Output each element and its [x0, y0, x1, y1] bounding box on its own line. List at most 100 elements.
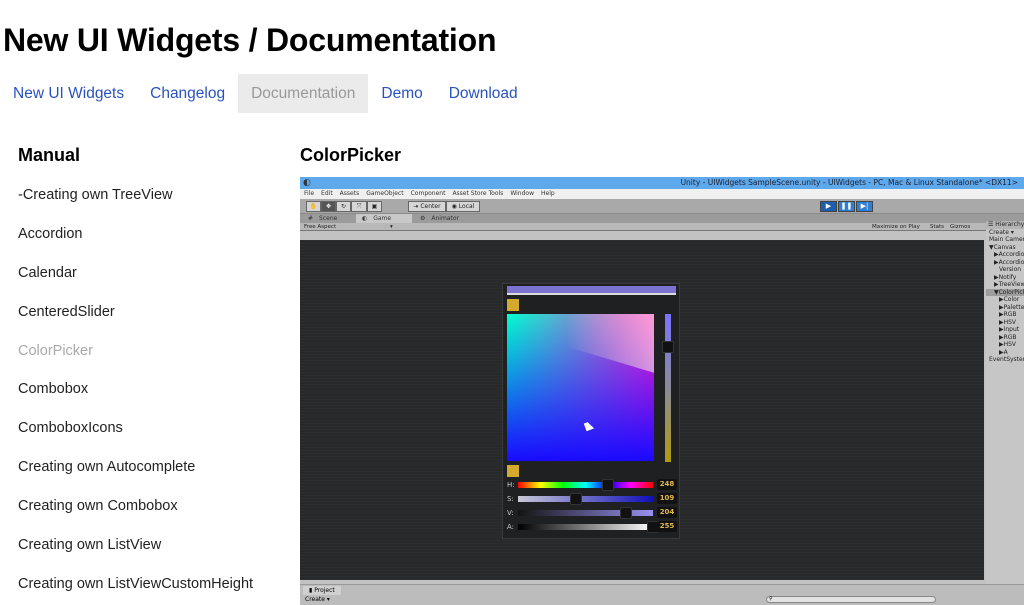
hue-slider-handle: [602, 479, 615, 491]
value-slider-track: [518, 507, 653, 519]
section-title: ColorPicker: [300, 145, 402, 165]
slider-label: V:: [507, 509, 514, 517]
hierarchy-item: ▶Color: [999, 296, 1020, 303]
sidebar-title: Manual: [18, 145, 81, 165]
rotate-tool-icon: ↻: [336, 201, 351, 212]
step-icon: ▶|: [856, 201, 873, 212]
nav-changelog[interactable]: Changelog: [137, 74, 238, 113]
hierarchy-item: ▶RGB: [999, 311, 1017, 318]
unity-screenshot: ◐ Unity - UIWidgets SampleScene.unity - …: [300, 177, 1024, 605]
sidebar-item[interactable]: Combobox: [18, 370, 253, 409]
nav-demo[interactable]: Demo: [368, 74, 435, 113]
menu-window: Window: [510, 190, 534, 197]
sidebar-item[interactable]: ComboboxIcons: [18, 409, 253, 448]
hierarchy-title: ☰ Hierarchy: [986, 221, 1024, 229]
sidebar-item[interactable]: Accordion: [18, 215, 253, 254]
mouse-cursor-icon: [583, 420, 595, 432]
pivot-center-button: ⇥ Center: [408, 201, 446, 212]
color-preview-bar: [507, 286, 676, 295]
sidebar-list: -Creating own TreeView Accordion Calenda…: [18, 176, 253, 604]
alpha-slider-track: [518, 521, 659, 533]
menu-asset-store-tools: Asset Store Tools: [452, 190, 504, 197]
game-view: H: 248 S: 109 V: 204 A: 255: [300, 240, 984, 580]
slider-row-v: V: 204: [507, 507, 679, 519]
menu-gameobject: GameObject: [366, 190, 404, 197]
value-slider-vertical: [665, 314, 671, 462]
slider-row-h: H: 248: [507, 479, 679, 491]
sidebar-item[interactable]: Calendar: [18, 254, 253, 293]
page-title: New UI Widgets / Documentation: [3, 22, 497, 58]
sidebar-item[interactable]: Creating own Combobox: [18, 487, 253, 526]
sidebar-item[interactable]: -Creating own TreeView: [18, 176, 253, 215]
hierarchy-item: ▶Palette: [999, 303, 1024, 311]
rect-tool-icon: ▣: [367, 201, 382, 212]
hierarchy-item: ▶TreeView: [994, 281, 1024, 288]
nav-new-ui-widgets[interactable]: New UI Widgets: [0, 74, 137, 113]
nav-download[interactable]: Download: [436, 74, 531, 113]
stats-button: Stats: [930, 224, 945, 230]
unity-titlebar: ◐ Unity - UIWidgets SampleScene.unity - …: [300, 177, 1024, 189]
slider-value: 248: [657, 479, 677, 490]
scale-tool-icon: ⤧: [351, 201, 367, 212]
hierarchy-item: Main Camera: [989, 236, 1024, 243]
sidebar-item[interactable]: CenteredSlider: [18, 293, 253, 332]
slider-label: S:: [507, 495, 514, 503]
top-nav: New UI Widgets Changelog Documentation D…: [0, 74, 531, 113]
menu-edit: Edit: [321, 190, 333, 197]
unity-menubar: File Edit Assets GameObject Component As…: [300, 189, 1024, 199]
hierarchy-create: Create ▾: [989, 228, 1014, 236]
hierarchy-item: ▶HSV: [999, 318, 1017, 326]
move-tool-icon: ✥: [321, 201, 336, 212]
saturation-value-palette: [507, 314, 654, 461]
hierarchy-item: ▶Input: [999, 326, 1020, 333]
sidebar-item[interactable]: Creating own Autocomplete: [18, 448, 253, 487]
aspect-dropdown: Free Aspect: [304, 224, 337, 230]
hierarchy-item: ▶Accordion: [994, 251, 1024, 258]
sidebar-item[interactable]: Creating own ListViewCustomHeight: [18, 565, 253, 604]
slider-value: 109: [657, 493, 677, 504]
value-slider-handle: [620, 507, 632, 519]
hierarchy-item: ▼Canvas: [989, 243, 1016, 251]
slider-row-a: A: 255: [507, 521, 679, 533]
color-picker-widget: H: 248 S: 109 V: 204 A: 255: [502, 283, 680, 539]
tab-game: ◐ Game: [356, 214, 412, 223]
unity-window-title: Unity - UIWidgets SampleScene.unity - UI…: [680, 178, 1018, 187]
unity-toolbar: ✋ ✥ ↻ ⤧ ▣ ⇥ Center ◉ Local ▶ ❚❚ ▶|: [300, 199, 1024, 214]
hierarchy-list: Main Camera▼Canvas▶Accordion▶AccordionVe…: [986, 236, 1024, 364]
play-icon: ▶: [820, 201, 837, 212]
saturation-slider-handle: [570, 493, 583, 505]
tab-animator: ⚙ Animator: [420, 215, 459, 222]
tab-scene: # Scene: [308, 215, 338, 222]
menu-help: Help: [540, 190, 555, 197]
slider-value: 255: [657, 521, 677, 532]
hue-slider-track: [518, 479, 653, 491]
hierarchy-panel: ☰ Hierarchy Create ▾ Main Camera▼Canvas▶…: [986, 221, 1024, 585]
maximize-on-play-button: Maximize on Play: [872, 224, 920, 230]
value-slider-handle: [662, 341, 674, 353]
slider-label: A:: [507, 523, 515, 531]
menu-component: Component: [410, 190, 446, 197]
hierarchy-item: ▶Accordion: [994, 258, 1024, 266]
nav-documentation[interactable]: Documentation: [238, 74, 369, 113]
aspect-dropdown-arrow-icon: ▾: [390, 224, 393, 230]
slider-label: H:: [507, 481, 515, 489]
hierarchy-item: EventSystem: [989, 356, 1024, 363]
slider-value: 204: [657, 507, 677, 518]
game-view-bar: Free Aspect ▾ Maximize on Play Stats Giz…: [300, 223, 1024, 231]
menu-file: File: [304, 190, 315, 197]
project-search-icon: ⚲: [766, 596, 936, 603]
menu-assets: Assets: [339, 190, 360, 197]
pivot-local-button: ◉ Local: [446, 201, 480, 212]
unity-tabs: # Scene ◐ Game ⚙ Animator: [300, 214, 1024, 223]
color-swatch-bottom: [507, 465, 519, 477]
hand-tool-icon: ✋: [306, 201, 321, 212]
gizmos-button: Gizmos: [950, 224, 971, 230]
hierarchy-item: ▶Notify: [994, 273, 1017, 281]
hierarchy-item: ▼ColorPicker: [986, 288, 1024, 296]
color-swatch-top: [507, 299, 519, 311]
project-create: Create ▾: [305, 596, 330, 603]
sidebar-item[interactable]: Creating own ListView: [18, 526, 253, 565]
hierarchy-item: ▶HSV: [999, 341, 1017, 348]
tab-project: ▮ Project: [303, 586, 341, 595]
sidebar-item-current[interactable]: ColorPicker: [18, 332, 253, 371]
